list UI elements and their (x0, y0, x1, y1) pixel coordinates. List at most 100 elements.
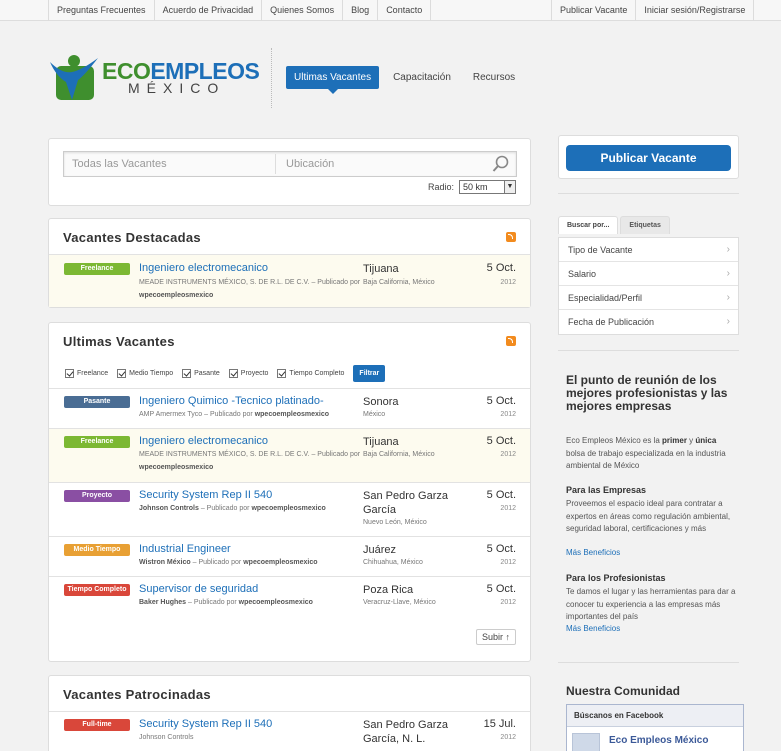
browse-filter-list: Tipo de Vacante › Salario › Especialidad/P… (558, 237, 739, 335)
job-row[interactable]: Medio Tiempo Industrial Engineer Wistron… (49, 536, 530, 576)
job-title-link[interactable]: Security System Rep II 540 (139, 718, 272, 730)
job-year: 2012 (500, 734, 516, 741)
nav-latest-jobs[interactable]: Ultimas Vacantes (286, 66, 380, 94)
sidebar-divider (558, 350, 739, 351)
checkbox[interactable] (228, 368, 238, 378)
job-title-link[interactable]: Ingeniero electromecanico (139, 435, 268, 447)
filter-item-job-type[interactable]: Tipo de Vacante › (559, 238, 738, 262)
about-text: Eco Empleos México es la primer y única … (566, 435, 736, 473)
job-title-link[interactable]: Ingeniero electromecanico (139, 262, 268, 274)
privacy-link[interactable]: Acuerdo de Privacidad (153, 0, 262, 21)
site-logo[interactable]: ECOEMPLEOS MÉXICO (48, 50, 260, 105)
professionals-text: Te damos el lugar y las herramientas par… (566, 587, 736, 621)
job-year: 2012 (500, 559, 516, 566)
job-type-badge: Full-time (64, 719, 130, 731)
job-company: AMP Amermex Tyco – Publicado por wpecoem… (139, 411, 329, 418)
checkbox[interactable] (65, 368, 74, 378)
companies-text: Proveemos el espacio ideal para contrata… (566, 499, 731, 533)
radius-select[interactable]: 50 km ▼ (459, 180, 516, 194)
filter-item-date[interactable]: Fecha de Publicación › (559, 310, 738, 334)
latest-title: Ultimas Vacantes (63, 334, 175, 349)
job-company: MEADE INSTRUMENTS MÉXICO, S. DE R.L. DE … (139, 451, 360, 458)
job-row[interactable]: Full-time Security System Rep II 540 Joh… (49, 711, 530, 751)
keywords-input[interactable]: Todas las Vacantes (72, 158, 167, 170)
company-name: MEADE INSTRUMENTS MÉXICO, S. DE R.L. DE … (139, 279, 310, 286)
job-region: México (363, 411, 386, 418)
about-link[interactable]: Quienes Somos (261, 0, 342, 21)
search-bar: Todas las Vacantes Ubicación (63, 151, 517, 177)
sponsored-jobs-panel: Vacantes Patrocinadas Full-time Security… (48, 675, 531, 751)
faq-link[interactable]: Preguntas Frecuentes (48, 0, 154, 21)
radius-value: 50 km (463, 182, 488, 192)
posted-by-label: – Publicado por (186, 599, 239, 606)
companies-more-link[interactable]: Más Beneficios (566, 548, 620, 557)
job-type-filters: Freelance Medio Tiempo Pasante Proyecto … (65, 363, 386, 383)
job-row[interactable]: Freelance Ingeniero electromecanico MEAD… (49, 254, 530, 307)
filter-intern[interactable]: Pasante (182, 368, 220, 378)
job-type-badge: Freelance (64, 263, 130, 275)
filter-item-specialty[interactable]: Especialidad/Perfil › (559, 286, 738, 310)
job-title-link[interactable]: Industrial Engineer (139, 543, 231, 555)
main-nav: Ultimas Vacantes Capacitación Recursos (286, 66, 537, 94)
blog-link[interactable]: Blog (342, 0, 377, 21)
filter-part-time[interactable]: Medio Tiempo (117, 368, 173, 378)
job-year: 2012 (500, 451, 516, 458)
header-divider (271, 48, 272, 108)
company-name: AMP Amermex Tyco (139, 411, 203, 418)
job-row[interactable]: Pasante Ingeniero Quimico -Tecnico plati… (49, 388, 530, 428)
checkbox[interactable] (277, 368, 287, 378)
checkbox[interactable] (117, 368, 127, 378)
rss-icon[interactable] (506, 336, 516, 346)
author-name: wpecoempleosmexico (251, 505, 326, 512)
facebook-widget: Búscanos en Facebook Eco Empleos México (566, 704, 744, 751)
chevron-right-icon: › (726, 268, 730, 279)
job-city: Tijuana (363, 436, 399, 448)
job-title-link[interactable]: Supervisor de seguridad (139, 583, 258, 595)
search-separator (275, 154, 276, 174)
author-name: wpecoempleosmexico (139, 292, 214, 299)
job-type-badge: Proyecto (64, 490, 130, 502)
job-region: Chihuahua, México (363, 559, 423, 566)
filter-item-label: Fecha de Publicación (568, 317, 655, 327)
login-register-link[interactable]: Iniciar sesión/Registrarse (635, 0, 755, 21)
nav-resources[interactable]: Recursos (473, 72, 515, 83)
job-row[interactable]: Tiempo Completo Supervisor de seguridad … (49, 576, 530, 616)
job-title-link[interactable]: Ingeniero Quimico -Tecnico platinado- (139, 395, 324, 407)
rss-icon[interactable] (506, 232, 516, 242)
tab-search-by[interactable]: Buscar por... (558, 216, 619, 234)
about-heading: El punto de reunión de los mejores profe… (566, 373, 728, 413)
top-post-job-link[interactable]: Publicar Vacante (551, 0, 635, 21)
sidebar-divider (558, 662, 739, 663)
filter-project[interactable]: Proyecto (228, 368, 268, 378)
filter-full-time[interactable]: Tiempo Completo (277, 368, 345, 378)
checkbox[interactable] (182, 368, 192, 378)
about-text-bold: primer (662, 436, 687, 445)
filter-item-label: Especialidad/Perfil (568, 293, 643, 303)
community-heading: Nuestra Comunidad (566, 684, 681, 698)
back-to-top-button[interactable]: Subir ↑ (475, 629, 516, 645)
professionals-more-link[interactable]: Más Beneficios (566, 624, 620, 633)
job-company: MEADE INSTRUMENTS MÉXICO, S. DE R.L. DE … (139, 279, 360, 286)
job-company: Baker Hughes – Publicado por wpecoempleo… (139, 599, 313, 606)
filter-button[interactable]: Filtrar (353, 364, 386, 382)
job-city: Poza Rica (363, 584, 414, 596)
filter-freelance[interactable]: Freelance (65, 368, 108, 378)
facebook-page-avatar[interactable] (572, 733, 600, 751)
sidebar-tabs: Buscar por... Etiquetas (558, 216, 672, 234)
job-title-link[interactable]: Security System Rep II 540 (139, 489, 272, 501)
facebook-page-link[interactable]: Eco Empleos México (609, 735, 708, 746)
company-name: Baker Hughes (139, 599, 187, 606)
contact-link[interactable]: Contacto (377, 0, 432, 21)
job-row[interactable]: Proyecto Security System Rep II 540 John… (49, 482, 530, 536)
nav-training[interactable]: Capacitación (393, 72, 451, 83)
professionals-heading: Para los Profesionistas (566, 573, 666, 583)
tab-tags[interactable]: Etiquetas (620, 216, 670, 234)
filter-item-salary[interactable]: Salario › (559, 262, 738, 286)
location-input[interactable]: Ubicación (286, 158, 334, 170)
top-nav-right: Publicar Vacante Iniciar sesión/Registra… (551, 0, 755, 21)
job-date: 15 Jul. (483, 718, 516, 730)
search-icon[interactable] (492, 155, 510, 173)
post-job-button[interactable]: Publicar Vacante (566, 145, 731, 171)
filter-label: Tiempo Completo (289, 369, 345, 377)
job-row[interactable]: Freelance Ingeniero electromecanico MEAD… (49, 428, 530, 482)
